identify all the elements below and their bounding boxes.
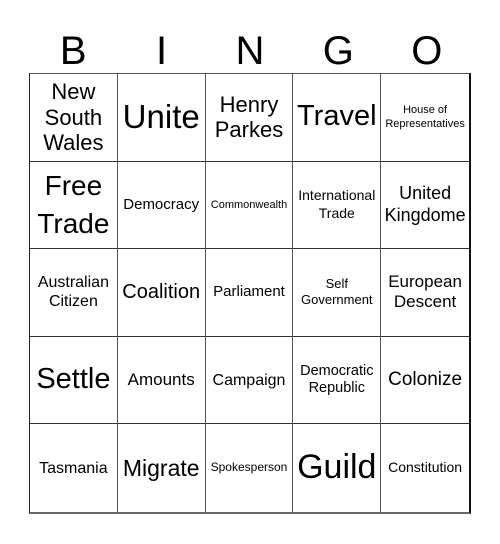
bingo-cell[interactable]: New South Wales: [30, 74, 118, 162]
header-letter-b: B: [59, 29, 87, 73]
cell-text: Commonwealth: [210, 198, 288, 211]
bingo-cell[interactable]: Henry Parkes: [205, 74, 294, 162]
header-letter-i: I: [156, 29, 168, 73]
cell-text: Migrate: [122, 454, 200, 481]
bingo-cell[interactable]: Colonize: [381, 337, 469, 425]
cell-text: Democratic Republic: [300, 362, 374, 397]
bingo-cell[interactable]: European Descent: [381, 249, 469, 337]
bingo-cell[interactable]: Settle: [30, 336, 118, 425]
cell-text: Spokesperson: [210, 460, 288, 475]
header-letter-n: N: [235, 29, 265, 73]
cell-text: New South Wales: [43, 79, 104, 155]
bingo-cell[interactable]: Campaign: [205, 336, 294, 425]
bingo-cell[interactable]: Coalition: [117, 249, 206, 337]
header-letter-o: O: [411, 29, 443, 73]
bingo-cell[interactable]: Guild: [293, 424, 382, 512]
bingo-cell[interactable]: Migrate: [118, 424, 206, 512]
bingo-cell[interactable]: Free Trade: [30, 161, 118, 250]
cell-text: Unite: [122, 98, 200, 136]
cell-text: International Trade: [298, 187, 376, 221]
bingo-cell[interactable]: Tasmania: [30, 424, 118, 512]
cell-text: Campaign: [212, 371, 286, 389]
cell-text: Constitution: [388, 459, 463, 476]
cell-text: United Kingdome: [384, 183, 466, 225]
header-letter-g: G: [322, 29, 354, 73]
bingo-cell[interactable]: Amounts: [117, 336, 206, 425]
bingo-cell[interactable]: Australian Citizen: [30, 249, 118, 337]
cell-text: European Descent: [388, 272, 462, 312]
cell-text: Henry Parkes: [214, 92, 284, 143]
cell-text: Guild: [297, 448, 377, 487]
bingo-cell[interactable]: International Trade: [293, 161, 382, 250]
bingo-cell[interactable]: Self Government: [293, 249, 382, 337]
bingo-cell[interactable]: House of Representatives: [381, 74, 469, 162]
cell-text: House of Representatives: [385, 104, 465, 131]
bingo-cell[interactable]: Democratic Republic: [293, 336, 382, 425]
cell-text: Australian Citizen: [37, 274, 109, 311]
bingo-cell[interactable]: United Kingdome: [381, 162, 469, 250]
cell-text: Self Government: [301, 276, 373, 308]
cell-text: Tasmania: [39, 459, 108, 477]
bingo-cell[interactable]: Travel: [293, 74, 382, 162]
cell-text: Settle: [36, 363, 111, 396]
cell-text: Travel: [297, 100, 377, 133]
bingo-cell[interactable]: Commonwealth: [205, 161, 294, 250]
bingo-cell[interactable]: Constitution: [381, 424, 469, 512]
bingo-header: B I N G O: [29, 28, 471, 74]
cell-text: Parliament: [213, 283, 285, 301]
bingo-grid: New South Wales Unite Henry Parkes Trave…: [29, 73, 471, 514]
cell-text: Colonize: [388, 369, 463, 391]
cell-text: Democracy: [123, 195, 200, 213]
bingo-cell[interactable]: Democracy: [117, 161, 206, 250]
bingo-cell[interactable]: Parliament: [205, 249, 294, 337]
bingo-cell[interactable]: Unite: [117, 74, 206, 162]
cell-text: Amounts: [127, 369, 195, 389]
bingo-cell[interactable]: Spokesperson: [206, 424, 294, 512]
cell-text: Coalition: [122, 280, 201, 303]
cell-text: Free Trade: [37, 170, 110, 239]
